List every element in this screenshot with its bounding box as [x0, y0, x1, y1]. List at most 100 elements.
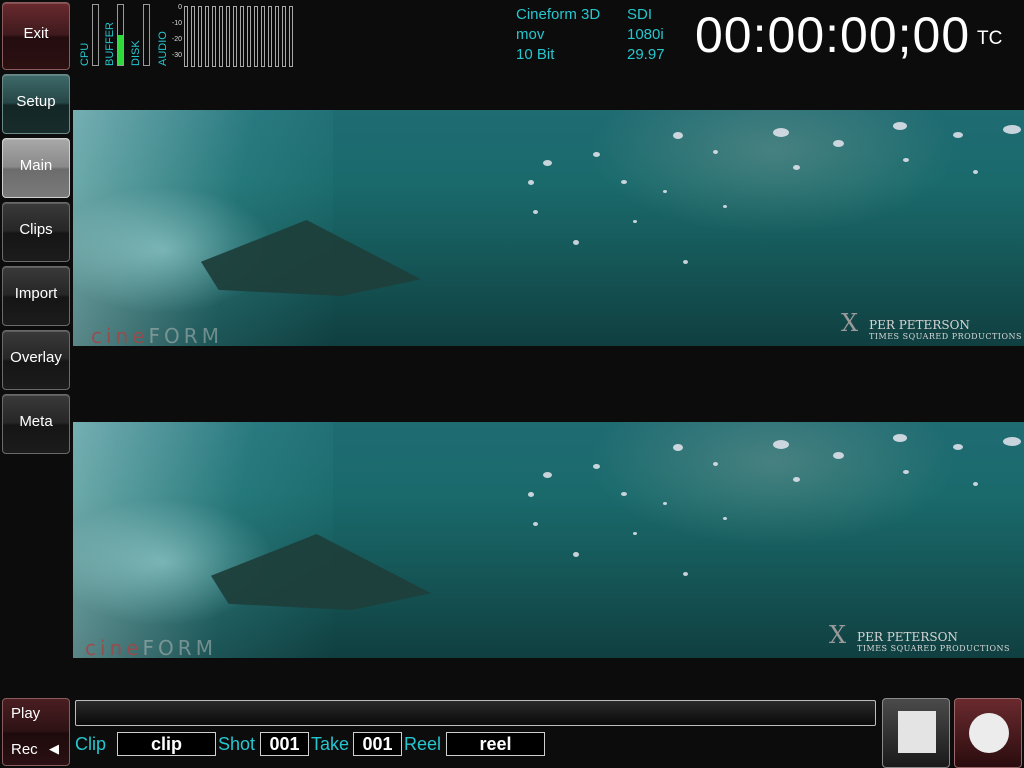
audio-channel-bar: [233, 6, 237, 67]
clip-field[interactable]: clip: [117, 732, 216, 756]
setup-button[interactable]: Setup: [2, 74, 70, 134]
reel-field[interactable]: reel: [446, 732, 545, 756]
timecode-label: TC: [977, 28, 1003, 49]
import-label: Import: [14, 284, 58, 302]
bubble: [1003, 437, 1021, 446]
rec-label: Rec: [11, 741, 38, 758]
bubble: [533, 210, 538, 214]
codec-text: Cineform 3D: [516, 6, 601, 23]
bubble: [1003, 125, 1021, 134]
bubble: [673, 444, 683, 451]
buffer-meter: [117, 4, 124, 66]
play-rec-toggle[interactable]: Play Rec ◀: [2, 698, 70, 766]
exit-label: Exit: [23, 24, 49, 42]
credit-watermark: X PER PETERSON TIMES SQUARED PRODUCTIONS: [841, 311, 1022, 342]
db-tick-0: 0: [178, 4, 182, 11]
arrow-left-icon: ◀: [49, 741, 59, 756]
bubble: [533, 522, 538, 526]
bubble: [953, 444, 963, 450]
bubble: [723, 517, 727, 520]
bubble: [528, 492, 534, 497]
bubble: [543, 160, 552, 166]
audio-channel-bar: [240, 6, 244, 67]
bubble: [621, 492, 627, 496]
bubble: [793, 477, 800, 482]
frame-rate-text: 29.97: [627, 46, 665, 63]
import-button[interactable]: Import: [2, 266, 70, 326]
scrub-bar[interactable]: [75, 700, 876, 726]
bubble: [621, 180, 627, 184]
resolution-text: 1080i: [627, 26, 664, 43]
clips-button[interactable]: Clips: [2, 202, 70, 262]
video-frame-left-eye: cineFORM X PER PETERSON TIMES SQUARED PR…: [73, 110, 1024, 346]
shot-field[interactable]: 001: [260, 732, 309, 756]
bubble: [723, 205, 727, 208]
audio-channel-bar: [261, 6, 265, 67]
reel-label: Reel: [404, 734, 442, 754]
credit-x-icon: X: [841, 309, 859, 337]
audio-channel-bar: [212, 6, 216, 67]
meta-label: Meta: [19, 412, 53, 430]
clip-label: Clip: [75, 734, 107, 754]
meta-button[interactable]: Meta: [2, 394, 70, 454]
audio-channel-bar: [247, 6, 251, 67]
bit-depth-text: 10 Bit: [516, 46, 555, 63]
watermark-part-b: FORM: [142, 636, 217, 658]
bubble: [543, 472, 552, 478]
audio-channel-bar: [184, 6, 188, 67]
cineform-watermark: cineFORM: [91, 324, 223, 346]
cineform-watermark: cineFORM: [85, 636, 217, 658]
bubble: [633, 532, 637, 535]
audio-channel-bar: [254, 6, 258, 67]
audio-channel-bar: [191, 6, 195, 67]
main-button[interactable]: Main: [2, 138, 70, 198]
bubble: [973, 170, 978, 174]
credit-company: TIMES SQUARED PRODUCTIONS: [857, 644, 1010, 653]
cpu-label: CPU: [79, 42, 91, 66]
buffer-label: BUFFER: [104, 22, 116, 66]
bubble: [673, 132, 683, 139]
cpu-meter: [92, 4, 99, 66]
video-frame-right-eye: cineFORM X PER PETERSON TIMES SQUARED PR…: [73, 422, 1024, 658]
bubble: [773, 128, 789, 137]
bubble: [713, 462, 718, 466]
record-button[interactable]: [954, 698, 1022, 768]
bubble: [833, 452, 844, 459]
watermark-part-b: FORM: [148, 324, 223, 346]
disk-label: DISK: [130, 40, 142, 66]
bubble: [713, 150, 718, 154]
stop-button[interactable]: [882, 698, 950, 768]
overlay-button[interactable]: Overlay: [2, 330, 70, 390]
bubble: [573, 240, 579, 245]
credit-name: PER PETERSON: [869, 318, 970, 332]
container-text: mov: [516, 26, 545, 43]
play-label: Play: [11, 705, 41, 722]
bubble: [593, 152, 600, 157]
audio-channel-bar: [226, 6, 230, 67]
bubble: [773, 440, 789, 449]
take-label: Take: [311, 734, 350, 754]
buffer-meter-fill: [118, 35, 123, 65]
shot-label: Shot: [218, 734, 256, 754]
exit-button[interactable]: Exit: [2, 2, 70, 70]
bubble: [683, 572, 688, 576]
stop-icon: [898, 711, 936, 753]
credit-x-icon: X: [829, 621, 847, 649]
disk-meter: [143, 4, 150, 66]
bubble: [973, 482, 978, 486]
audio-channel-bar: [282, 6, 286, 67]
overlay-label: Overlay: [10, 348, 62, 366]
credit-company: TIMES SQUARED PRODUCTIONS: [869, 332, 1022, 341]
bubble: [793, 165, 800, 170]
audio-channel-bar: [205, 6, 209, 67]
take-field[interactable]: 001: [353, 732, 402, 756]
bubble: [833, 140, 844, 147]
timecode-display: 00:00:00;00: [695, 7, 971, 63]
bubble: [593, 464, 600, 469]
wave-highlight: [73, 422, 333, 658]
audio-label: AUDIO: [157, 31, 169, 66]
bubble: [953, 132, 963, 138]
bubble: [893, 434, 907, 442]
bubble: [893, 122, 907, 130]
credit-name: PER PETERSON: [857, 630, 958, 644]
